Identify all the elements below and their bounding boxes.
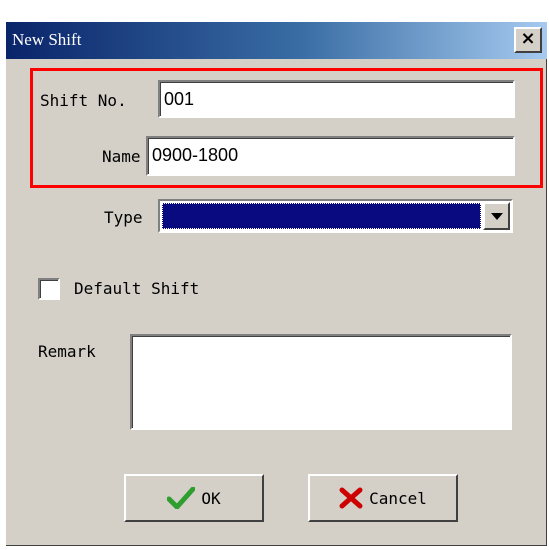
type-selected-value	[162, 203, 481, 229]
type-label: Type	[104, 208, 143, 227]
default-shift-checkbox[interactable]	[38, 278, 60, 300]
ok-button-label: OK	[201, 488, 221, 508]
cancel-button-label: Cancel	[369, 488, 427, 508]
name-label: Name	[102, 147, 141, 166]
type-select[interactable]	[158, 199, 513, 233]
title-bar[interactable]: New Shift ×	[6, 22, 547, 59]
remark-textarea[interactable]	[130, 334, 512, 430]
cancel-button[interactable]: Cancel	[308, 474, 458, 522]
remark-label: Remark	[38, 342, 96, 361]
close-button[interactable]: ×	[514, 27, 542, 53]
default-shift-label: Default Shift	[74, 279, 200, 298]
checkmark-icon	[167, 487, 196, 509]
window-title: New Shift	[12, 30, 82, 49]
x-mark-icon	[339, 487, 363, 509]
shift-no-input[interactable]: 001	[158, 80, 515, 118]
name-input[interactable]: 0900-1800	[146, 136, 515, 176]
chevron-down-icon[interactable]	[483, 202, 510, 230]
shift-no-label: Shift No.	[40, 91, 127, 110]
close-icon: ×	[520, 28, 536, 49]
ok-button[interactable]: OK	[124, 474, 264, 522]
